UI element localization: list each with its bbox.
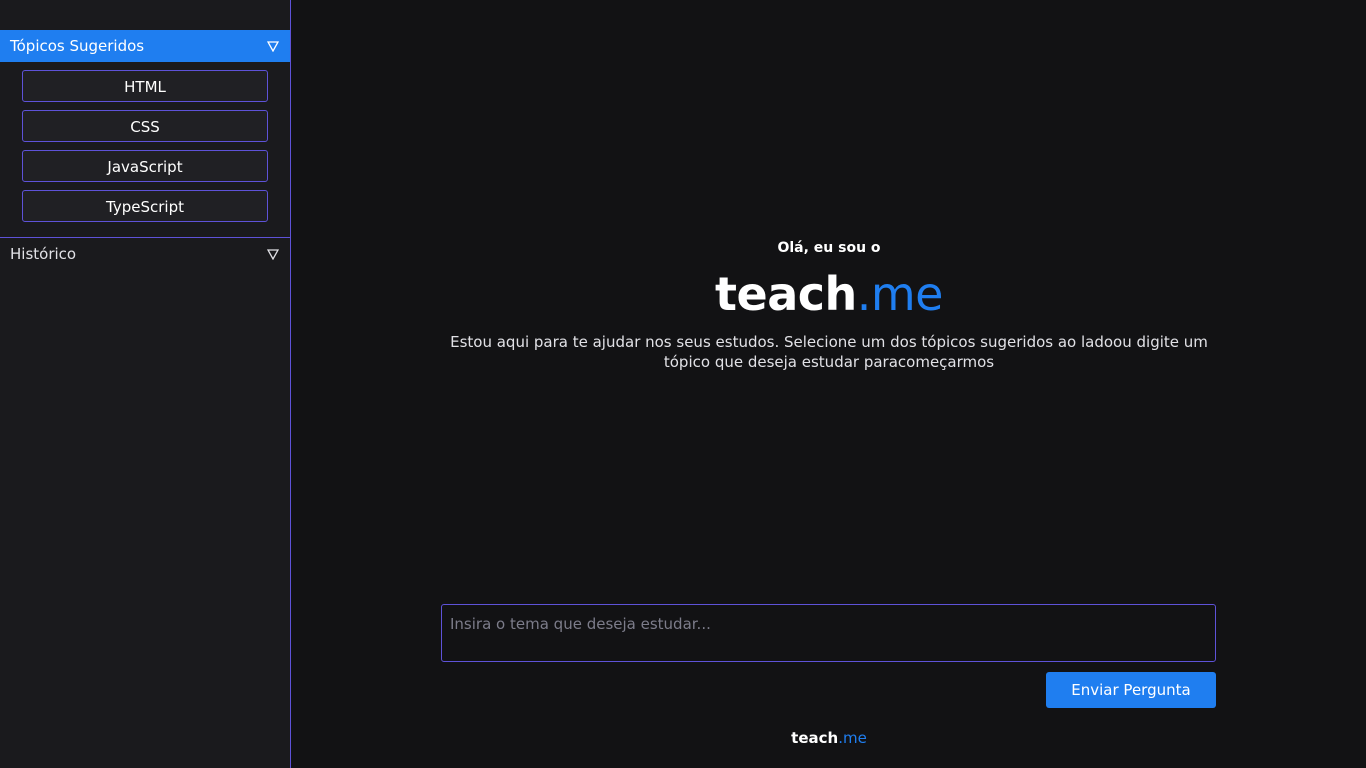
triangle-down-icon bbox=[266, 39, 280, 53]
footer-logo: teach.me bbox=[292, 728, 1366, 748]
topic-button-typescript[interactable]: TypeScript bbox=[22, 190, 268, 222]
logo-name: teach bbox=[715, 267, 857, 321]
logo-suffix: .me bbox=[856, 267, 944, 321]
sidebar: Tópicos Sugeridos HTML CSS JavaScript Ty… bbox=[0, 0, 291, 768]
topics-section-toggle[interactable]: Tópicos Sugeridos bbox=[0, 30, 290, 62]
topics-section: Tópicos Sugeridos HTML CSS JavaScript Ty… bbox=[0, 30, 290, 238]
history-section-title: Histórico bbox=[10, 245, 77, 263]
topic-button-html[interactable]: HTML bbox=[22, 70, 268, 102]
topic-input[interactable] bbox=[442, 605, 1215, 661]
topic-button-javascript[interactable]: JavaScript bbox=[22, 150, 268, 182]
greeting-text: Olá, eu sou o bbox=[777, 240, 881, 256]
footer-logo-name: teach bbox=[791, 729, 839, 747]
history-section-toggle[interactable]: Histórico bbox=[0, 238, 290, 270]
topic-button-css[interactable]: CSS bbox=[22, 110, 268, 142]
welcome-hero: Olá, eu sou o teach.me Estou aqui para t… bbox=[292, 238, 1366, 372]
intro-text: Estou aqui para te ajudar nos seus estud… bbox=[450, 333, 1208, 371]
footer-logo-suffix: .me bbox=[838, 729, 867, 747]
triangle-down-icon bbox=[266, 247, 280, 261]
topics-section-title: Tópicos Sugeridos bbox=[10, 37, 145, 55]
topic-input-wrapper bbox=[441, 604, 1216, 662]
topic-list: HTML CSS JavaScript TypeScript bbox=[0, 62, 290, 238]
main-area: Olá, eu sou o teach.me Estou aqui para t… bbox=[292, 0, 1366, 768]
logo: teach.me bbox=[292, 266, 1366, 322]
send-question-button[interactable]: Enviar Pergunta bbox=[1046, 672, 1216, 708]
